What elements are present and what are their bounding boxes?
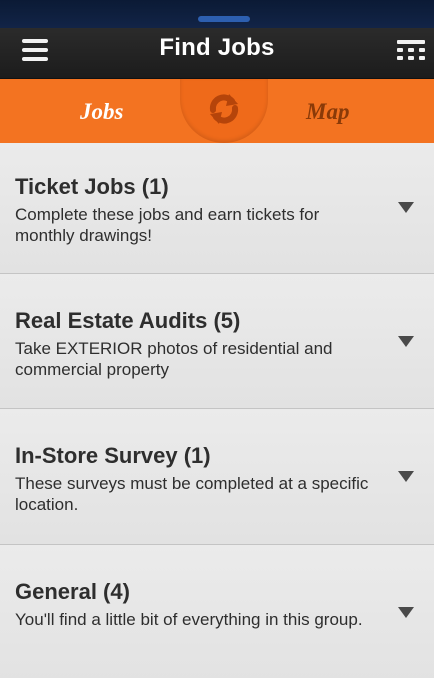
grid-menu-icon[interactable] [397,38,425,62]
chevron-down-icon[interactable] [398,607,414,618]
category-description: Take EXTERIOR photos of residential and … [15,339,333,379]
category-description: These surveys must be completed at a spe… [15,474,369,514]
chevron-down-icon[interactable] [398,471,414,482]
tab-map[interactable]: Map [306,99,349,125]
handle-indicator [198,16,250,22]
status-bar [0,0,434,28]
category-title: Real Estate Audits (5) [15,308,241,333]
segment-tabbar: Jobs Map [0,79,434,152]
list-item-in-store-survey[interactable]: In-Store Survey (1) These surveys must b… [0,409,434,545]
refresh-icon [209,94,239,124]
category-title: General (4) [15,579,130,604]
job-category-list: Ticket Jobs (1) Complete these jobs and … [0,143,434,678]
tab-jobs[interactable]: Jobs [80,99,123,125]
category-title: In-Store Survey (1) [15,443,211,468]
category-description: Complete these jobs and earn tickets for… [15,205,320,245]
page-title: Find Jobs [159,34,275,61]
chevron-down-icon[interactable] [398,336,414,347]
chevron-down-icon[interactable] [398,202,414,213]
category-description: You'll find a little bit of everything i… [15,610,363,629]
list-item-ticket-jobs[interactable]: Ticket Jobs (1) Complete these jobs and … [0,143,434,274]
top-navbar: Find Jobs [0,28,434,79]
list-item-general[interactable]: General (4) You'll find a little bit of … [0,545,434,678]
refresh-button[interactable] [180,79,268,143]
category-title: Ticket Jobs (1) [15,174,169,199]
list-item-real-estate-audits[interactable]: Real Estate Audits (5) Take EXTERIOR pho… [0,274,434,409]
